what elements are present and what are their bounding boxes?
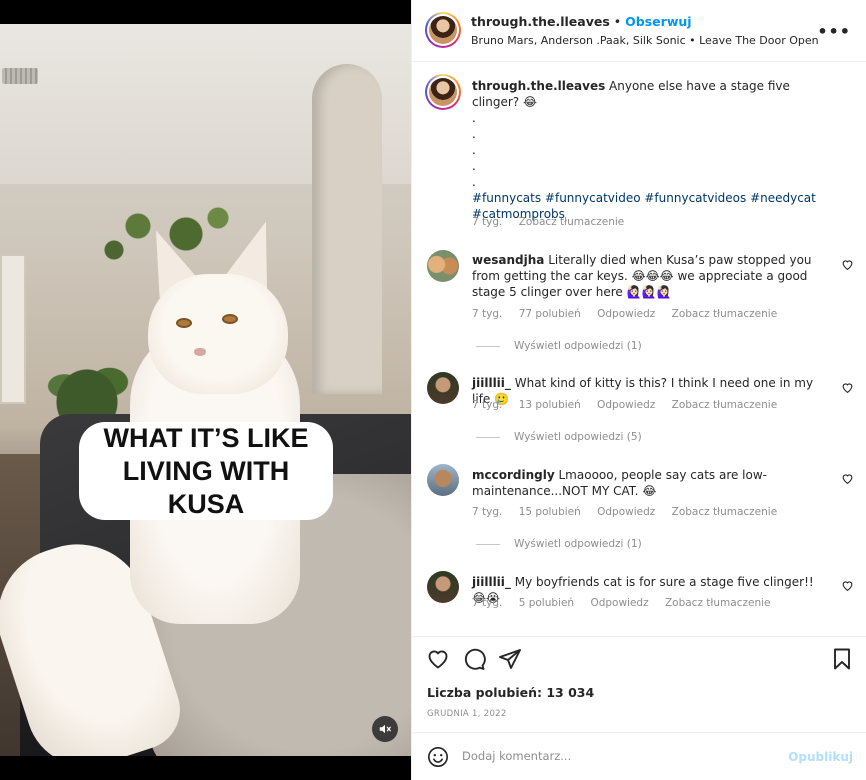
view-replies-button[interactable]: Wyświetl odpowiedzi (1) xyxy=(476,340,642,352)
comment-meta: 7 tyg. 15 polubień Odpowiedz Zobacz tłum… xyxy=(472,506,790,518)
comment-translate-link[interactable]: Zobacz tłumaczenie xyxy=(672,506,778,518)
commenter-username[interactable]: wesandjha xyxy=(472,253,544,267)
header-user-line: through.the.lleaves • Obserwuj xyxy=(471,14,692,29)
paper-plane-icon[interactable] xyxy=(498,647,522,671)
add-comment-bar: Opublikuj xyxy=(412,732,866,780)
view-replies-button[interactable]: Wyświetl odpowiedzi (1) xyxy=(476,538,642,550)
comment-like-heart-icon[interactable] xyxy=(841,579,854,592)
comment-like-heart-icon[interactable] xyxy=(841,472,854,485)
commenter-username[interactable]: jiilllii_ xyxy=(472,376,511,390)
video-pane[interactable]: WHAT IT’S LIKE LIVING WITH KUSA xyxy=(0,0,411,780)
view-replies-label: Wyświetl odpowiedzi (1) xyxy=(514,340,642,352)
replies-divider xyxy=(476,345,500,347)
publish-button[interactable]: Opublikuj xyxy=(788,750,853,764)
comment-translate-link[interactable]: Zobacz tłumaczenie xyxy=(672,399,778,411)
author-avatar[interactable] xyxy=(425,12,461,48)
window xyxy=(0,254,26,404)
commenter-username[interactable]: jiilllii_ xyxy=(472,575,511,589)
comment-translate-link[interactable]: Zobacz tłumaczenie xyxy=(665,597,771,609)
comment-likes[interactable]: 13 polubień xyxy=(519,399,581,411)
post-header: through.the.lleaves • Obserwuj Bruno Mars,… xyxy=(412,0,866,62)
post-details-pane: through.the.lleaves • Obserwuj Bruno Mars,… xyxy=(411,0,866,780)
cat-nose xyxy=(194,348,206,356)
comment-likes[interactable]: 77 polubień xyxy=(519,308,581,320)
video-caption-line1: WHAT IT’S LIKE xyxy=(103,422,309,453)
likes-count[interactable]: Liczba polubień: 13 034 xyxy=(427,685,594,700)
post-date: GRUDNIA 1, 2022 xyxy=(427,709,507,719)
post-actions: Liczba polubień: 13 034 GRUDNIA 1, 2022 xyxy=(412,636,866,732)
mute-button[interactable] xyxy=(372,716,398,742)
caption-username[interactable]: through.the.lleaves xyxy=(472,79,605,93)
cat-eye-right xyxy=(222,314,238,324)
comment-like-heart-icon[interactable] xyxy=(841,381,854,394)
video-caption-line2: LIVING WITH KUSA xyxy=(122,455,290,519)
cat-head xyxy=(148,274,288,394)
replies-divider xyxy=(476,543,500,545)
comment-likes[interactable]: 15 polubień xyxy=(519,506,581,518)
bookmark-icon[interactable] xyxy=(830,647,854,671)
comments-section[interactable]: through.the.lleaves Anyone else have a s… xyxy=(412,62,866,636)
comment-reply-button[interactable]: Odpowiedz xyxy=(597,506,655,518)
caption-time: 7 tyg. xyxy=(472,216,503,228)
comment-time: 7 tyg. xyxy=(472,308,503,320)
comment-reply-button[interactable]: Odpowiedz xyxy=(597,399,655,411)
muted-speaker-icon xyxy=(379,724,391,734)
comment-meta: 7 tyg. 77 polubień Odpowiedz Zobacz tłum… xyxy=(472,308,790,320)
comment-translate-link[interactable]: Zobacz tłumaczenie xyxy=(672,308,778,320)
view-replies-label: Wyświetl odpowiedzi (5) xyxy=(514,431,642,443)
replies-divider xyxy=(476,436,500,438)
caption-translate-link[interactable]: Zobacz tłumaczenie xyxy=(519,216,625,228)
archway xyxy=(312,64,382,394)
comment-bubble-icon[interactable] xyxy=(462,647,486,671)
commenter-avatar[interactable] xyxy=(427,464,459,496)
commenter-avatar[interactable] xyxy=(427,250,459,282)
emoji-smiley-icon[interactable] xyxy=(427,746,449,768)
air-vent xyxy=(2,68,38,84)
video-caption-overlay: WHAT IT’S LIKE LIVING WITH KUSA xyxy=(79,422,333,520)
author-username[interactable]: through.the.lleaves xyxy=(471,14,610,29)
caption-dot: . xyxy=(472,159,476,173)
comment-reply-button[interactable]: Odpowiedz xyxy=(597,308,655,320)
comment-reply-button[interactable]: Odpowiedz xyxy=(590,597,648,609)
comment-time: 7 tyg. xyxy=(472,597,503,609)
comment-likes[interactable]: 5 polubień xyxy=(519,597,574,609)
heart-icon[interactable] xyxy=(426,647,450,671)
cat-eye-left xyxy=(176,318,192,328)
comment-body: wesandjha Literally died when Kusa’s paw… xyxy=(472,252,822,300)
comment-time: 7 tyg. xyxy=(472,399,503,411)
comment-body: mccordingly Lmaoooo, people say cats are… xyxy=(472,467,822,499)
commenter-avatar[interactable] xyxy=(427,571,459,603)
comment-meta: 7 tyg. 13 polubień Odpowiedz Zobacz tłum… xyxy=(472,399,790,411)
comment-like-heart-icon[interactable] xyxy=(841,258,854,271)
commenter-username[interactable]: mccordingly xyxy=(472,468,555,482)
view-replies-button[interactable]: Wyświetl odpowiedzi (5) xyxy=(476,431,642,443)
commenter-avatar[interactable] xyxy=(427,372,459,404)
caption-dot: . xyxy=(472,175,476,189)
caption-meta: 7 tyg. Zobacz tłumaczenie xyxy=(472,216,637,228)
header-separator: • xyxy=(613,14,622,29)
add-comment-input[interactable] xyxy=(462,749,782,763)
view-replies-label: Wyświetl odpowiedzi (1) xyxy=(514,538,642,550)
comment-time: 7 tyg. xyxy=(472,506,503,518)
follow-button[interactable]: Obserwuj xyxy=(625,14,691,29)
caption-dot: . xyxy=(472,127,476,141)
audio-track-link[interactable]: Bruno Mars, Anderson .Paak, Silk Sonic •… xyxy=(471,34,819,47)
more-options-icon[interactable]: ••• xyxy=(817,22,851,41)
caption-dot: . xyxy=(472,143,476,157)
comment-meta: 7 tyg. 5 polubień Odpowiedz Zobacz tłuma… xyxy=(472,597,784,609)
caption-author-avatar[interactable] xyxy=(425,74,461,110)
cat-video[interactable] xyxy=(0,24,411,756)
post-caption: through.the.lleaves Anyone else have a s… xyxy=(472,78,822,222)
caption-dot: . xyxy=(472,111,476,125)
